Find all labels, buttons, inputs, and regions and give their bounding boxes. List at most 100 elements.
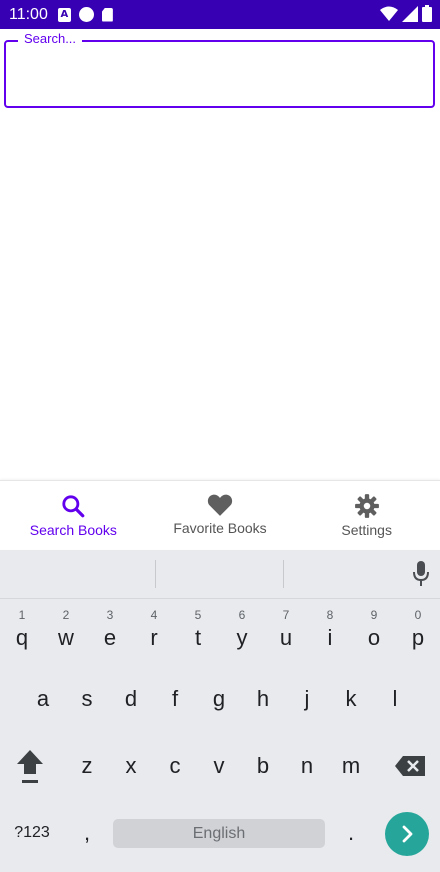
key-label: q xyxy=(15,625,29,650)
key-label: b xyxy=(256,753,270,778)
key-hint: 8 xyxy=(326,608,334,622)
nav-label-favorite-books: Favorite Books xyxy=(173,520,267,536)
key-hint: 1 xyxy=(18,608,26,622)
key-label: v xyxy=(213,753,225,778)
key-label: x xyxy=(125,753,137,778)
nav-item-favorite-books[interactable]: Favorite Books xyxy=(147,481,294,549)
key-z[interactable]: z xyxy=(65,736,109,796)
status-time: 11:00 xyxy=(9,5,48,23)
symbols-key[interactable]: ?123 xyxy=(9,803,55,863)
key-label: r xyxy=(150,625,158,650)
key-label: w xyxy=(58,625,74,650)
battery-icon xyxy=(422,5,432,22)
key-o[interactable]: 9o xyxy=(352,602,396,662)
nav-item-settings[interactable]: Settings xyxy=(293,481,440,549)
key-f[interactable]: f xyxy=(153,669,197,729)
key-s[interactable]: s xyxy=(65,669,109,729)
key-label: z xyxy=(81,753,93,778)
key-hint: 2 xyxy=(62,608,70,622)
heart-icon xyxy=(207,494,233,516)
nav-item-search-books[interactable]: Search Books xyxy=(0,481,147,549)
key-l[interactable]: l xyxy=(373,669,417,729)
key-y[interactable]: 6y xyxy=(220,602,264,662)
key-v[interactable]: v xyxy=(197,736,241,796)
backspace-key[interactable] xyxy=(388,736,432,796)
key-g[interactable]: g xyxy=(197,669,241,729)
key-a[interactable]: a xyxy=(21,669,65,729)
key-label: c xyxy=(169,753,181,778)
suggestion-divider xyxy=(155,560,156,588)
key-r[interactable]: 4r xyxy=(132,602,176,662)
key-label: y xyxy=(236,625,248,650)
key-hint: 0 xyxy=(414,608,422,622)
key-i[interactable]: 8i xyxy=(308,602,352,662)
symbols-key-label: ?123 xyxy=(14,824,50,841)
key-label: p xyxy=(411,625,425,650)
key-label: n xyxy=(300,753,314,778)
key-k[interactable]: k xyxy=(329,669,373,729)
space-bar[interactable]: English xyxy=(113,819,325,848)
soft-keyboard: 1q2w3e4r5t6y7u8i9o0p asdfghjkl zxcvbnm ?… xyxy=(0,550,440,872)
key-label: l xyxy=(392,686,398,711)
key-h[interactable]: h xyxy=(241,669,285,729)
go-key[interactable] xyxy=(385,812,429,856)
bottom-navigation: Search Books Favorite Books Settings xyxy=(0,480,440,549)
key-label: u xyxy=(279,625,293,650)
a-icon: A xyxy=(57,7,71,22)
key-t[interactable]: 5t xyxy=(176,602,220,662)
key-d[interactable]: d xyxy=(109,669,153,729)
key-e[interactable]: 3e xyxy=(88,602,132,662)
key-label: j xyxy=(304,686,310,711)
key-label: s xyxy=(81,686,93,711)
search-icon xyxy=(62,495,85,518)
key-p[interactable]: 0p xyxy=(396,602,440,662)
key-j[interactable]: j xyxy=(285,669,329,729)
key-label: f xyxy=(171,686,179,711)
space-bar-label: English xyxy=(192,824,246,842)
key-q[interactable]: 1q xyxy=(0,602,44,662)
key-hint: 5 xyxy=(194,608,202,622)
p-icon xyxy=(78,7,94,22)
signal-icon xyxy=(402,5,418,22)
suggestion-strip xyxy=(0,550,440,599)
gear-icon xyxy=(354,494,379,518)
key-label: h xyxy=(256,686,270,711)
key-label: t xyxy=(194,625,202,650)
key-label: g xyxy=(212,686,226,711)
microphone-icon[interactable] xyxy=(412,560,430,588)
comma-key[interactable]: , xyxy=(65,803,109,863)
key-hint: 7 xyxy=(282,608,290,622)
key-label: e xyxy=(103,625,117,650)
suggestion-divider xyxy=(283,560,284,588)
search-field[interactable]: Search... xyxy=(4,31,435,108)
key-hint: 4 xyxy=(150,608,158,622)
key-m[interactable]: m xyxy=(329,736,373,796)
key-label: i xyxy=(327,625,333,650)
period-key-label: . xyxy=(347,820,355,845)
key-w[interactable]: 2w xyxy=(44,602,88,662)
search-label: Search... xyxy=(18,31,83,46)
key-x[interactable]: x xyxy=(109,736,153,796)
backspace-icon xyxy=(395,756,425,776)
chevron-right-icon xyxy=(402,825,413,843)
comma-key-label: , xyxy=(83,820,91,845)
key-hint: 9 xyxy=(370,608,378,622)
key-label: d xyxy=(124,686,138,711)
key-label: m xyxy=(341,753,361,778)
key-label: a xyxy=(36,686,50,711)
wifi-icon xyxy=(380,6,398,21)
key-c[interactable]: c xyxy=(153,736,197,796)
key-label: k xyxy=(345,686,357,711)
key-n[interactable]: n xyxy=(285,736,329,796)
search-input[interactable] xyxy=(18,60,422,92)
period-key[interactable]: . xyxy=(329,803,373,863)
key-hint: 3 xyxy=(106,608,114,622)
status-bar: 11:00 A xyxy=(0,0,440,29)
key-u[interactable]: 7u xyxy=(264,602,308,662)
nav-label-settings: Settings xyxy=(341,522,392,538)
shift-key[interactable] xyxy=(8,736,52,796)
key-hint: 6 xyxy=(238,608,246,622)
sd-card-icon xyxy=(101,7,113,22)
shift-icon xyxy=(17,750,43,783)
key-b[interactable]: b xyxy=(241,736,285,796)
